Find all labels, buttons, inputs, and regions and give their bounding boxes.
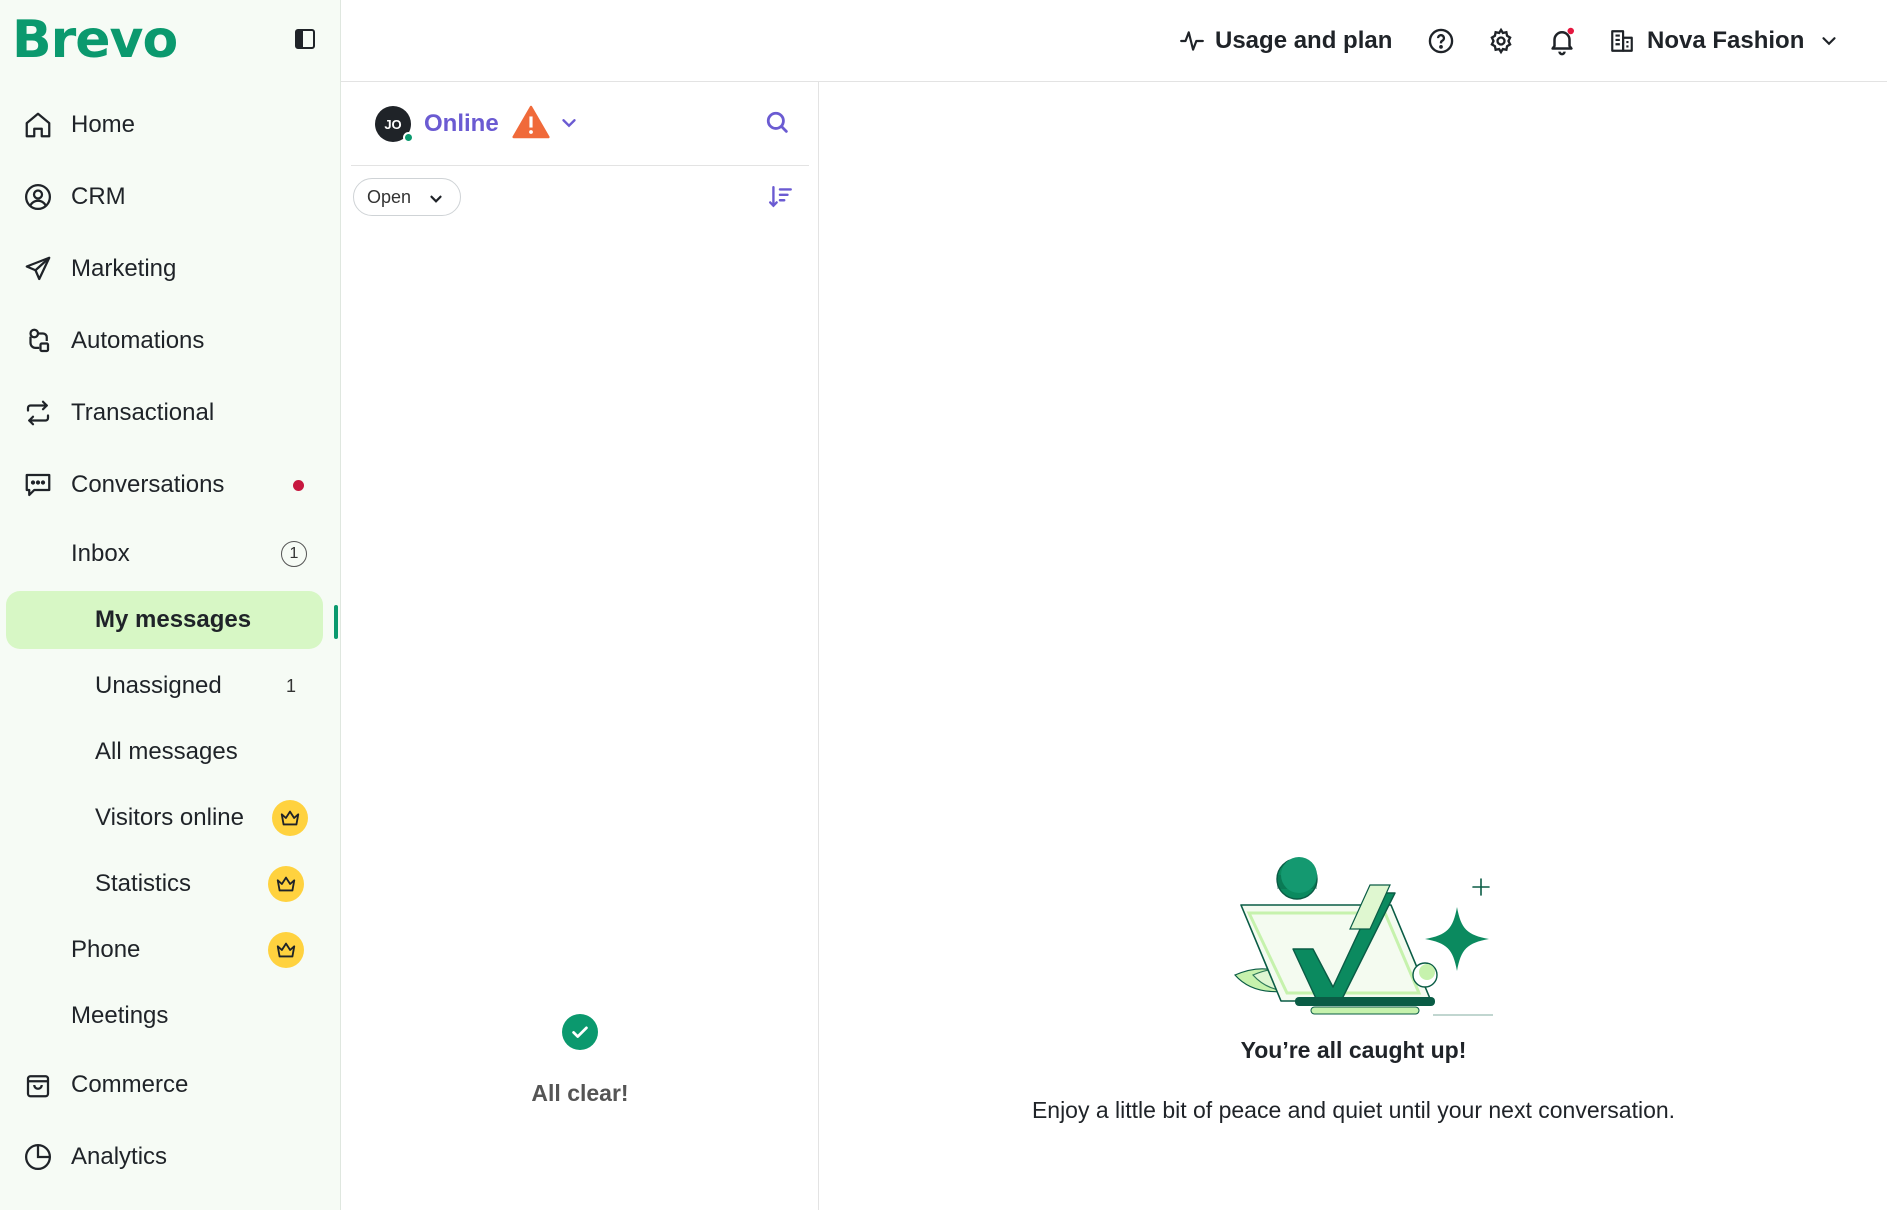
account-name: Nova Fashion: [1647, 27, 1805, 54]
sidebar-toggle-icon: [295, 29, 315, 49]
nav-label: Commerce: [71, 1071, 189, 1098]
sidebar-item-label: All messages: [95, 738, 238, 765]
activity-icon: [1180, 31, 1204, 51]
filter-value: Open: [367, 186, 412, 207]
nav-label: Conversations: [71, 471, 225, 498]
premium-crown-icon: [268, 932, 304, 968]
nav-home[interactable]: Home: [0, 95, 341, 155]
pie-chart-icon: [22, 1141, 54, 1173]
nav-marketing[interactable]: Marketing: [0, 239, 341, 299]
agent-status-dropdown[interactable]: Online: [424, 110, 499, 138]
sidebar-item-statistics[interactable]: Statistics: [0, 855, 341, 913]
warning-icon[interactable]: [512, 104, 550, 145]
sidebar: Brevo Home CRM Marketing Automations Tra…: [0, 0, 341, 1210]
sidebar-item-my-messages[interactable]: My messages: [6, 591, 323, 649]
sidebar-item-label: Meetings: [71, 1002, 169, 1029]
conversation-main-area: You’re all caught up! Enjoy a little bit…: [820, 82, 1887, 1210]
paper-plane-icon: [22, 253, 54, 285]
nav-label: Marketing: [71, 255, 177, 282]
help-icon: [1428, 28, 1454, 54]
inbox-count-badge: 1: [281, 541, 307, 567]
nav-label: Automations: [71, 327, 205, 354]
nav-transactional[interactable]: Transactional: [0, 383, 341, 443]
nav-automations[interactable]: Automations: [0, 311, 341, 371]
nav-crm[interactable]: CRM: [0, 167, 341, 227]
agent-status-row: JO Online: [351, 82, 809, 166]
sort-icon: [768, 186, 792, 208]
sidebar-item-label: Statistics: [95, 870, 192, 897]
notifications-button[interactable]: [1547, 21, 1577, 61]
settings-button[interactable]: [1487, 21, 1515, 61]
sidebar-item-inbox[interactable]: Inbox 1: [0, 525, 341, 583]
nav-commerce[interactable]: Commerce: [0, 1055, 341, 1115]
check-circle-icon: [562, 1014, 598, 1050]
status-filter-select[interactable]: Open: [353, 178, 461, 216]
empty-state-title: You’re all caught up!: [1240, 1037, 1467, 1063]
status-chevron-down-icon[interactable]: [558, 112, 580, 139]
nav-label: CRM: [71, 183, 126, 210]
home-icon: [22, 109, 54, 141]
shopping-bag-icon: [22, 1069, 54, 1101]
search-icon: [766, 111, 788, 133]
collapse-sidebar-button[interactable]: [290, 24, 320, 54]
chevron-down-icon: [430, 195, 442, 203]
empty-list-title: All clear!: [531, 1080, 629, 1106]
nav-label: Analytics: [71, 1143, 168, 1170]
sidebar-item-label: Unassigned: [95, 672, 222, 699]
unassigned-count: 1: [286, 675, 297, 696]
bell-icon: [1551, 27, 1574, 56]
gear-icon: [1490, 27, 1512, 55]
sidebar-item-label: Phone: [71, 936, 141, 963]
usage-and-plan-button[interactable]: Usage and plan: [1179, 21, 1392, 61]
usage-label: Usage and plan: [1215, 27, 1393, 54]
online-indicator: [403, 132, 414, 143]
search-button[interactable]: [763, 108, 791, 141]
sidebar-item-all-messages[interactable]: All messages: [0, 723, 341, 781]
notification-dot: [293, 479, 304, 491]
sidebar-item-label: Inbox: [71, 540, 130, 567]
sidebar-item-meetings[interactable]: Meetings: [0, 987, 341, 1045]
automation-icon: [22, 325, 54, 357]
active-indicator: [334, 605, 338, 639]
conversation-list-panel: JO Online Open All clear!: [341, 82, 819, 1210]
help-button[interactable]: [1427, 21, 1455, 61]
account-switcher[interactable]: Nova Fashion: [1609, 21, 1840, 61]
logo-row: Brevo: [0, 0, 341, 80]
nav-label: Transactional: [71, 399, 215, 426]
sidebar-item-label: Visitors online: [95, 804, 244, 831]
brevo-logo[interactable]: Brevo: [12, 10, 178, 70]
arrows-swap-icon: [22, 397, 54, 429]
app-root: Brevo Home CRM Marketing Automations Tra…: [0, 0, 1887, 1210]
nav-label: Home: [71, 111, 136, 138]
user-circle-icon: [22, 181, 54, 213]
nav-analytics[interactable]: Analytics: [0, 1127, 341, 1187]
sidebar-item-visitors-online[interactable]: Visitors online: [0, 789, 341, 847]
chevron-down-icon: [1822, 37, 1836, 46]
sidebar-item-label: My messages: [95, 606, 252, 633]
nav-conversations[interactable]: Conversations: [0, 455, 341, 515]
premium-crown-icon: [268, 866, 304, 902]
sidebar-item-phone[interactable]: Phone: [0, 921, 341, 979]
premium-crown-icon: [272, 800, 308, 836]
chat-icon: [22, 469, 54, 501]
empty-state-subtitle: Enjoy a little bit of peace and quiet un…: [1031, 1097, 1676, 1123]
sidebar-item-unassigned[interactable]: Unassigned 1: [0, 657, 341, 715]
top-bar: Usage and plan Nova Fashion: [341, 0, 1887, 82]
sort-button[interactable]: [767, 184, 795, 215]
caught-up-illustration: [1205, 857, 1505, 1042]
building-icon: [1611, 30, 1633, 52]
